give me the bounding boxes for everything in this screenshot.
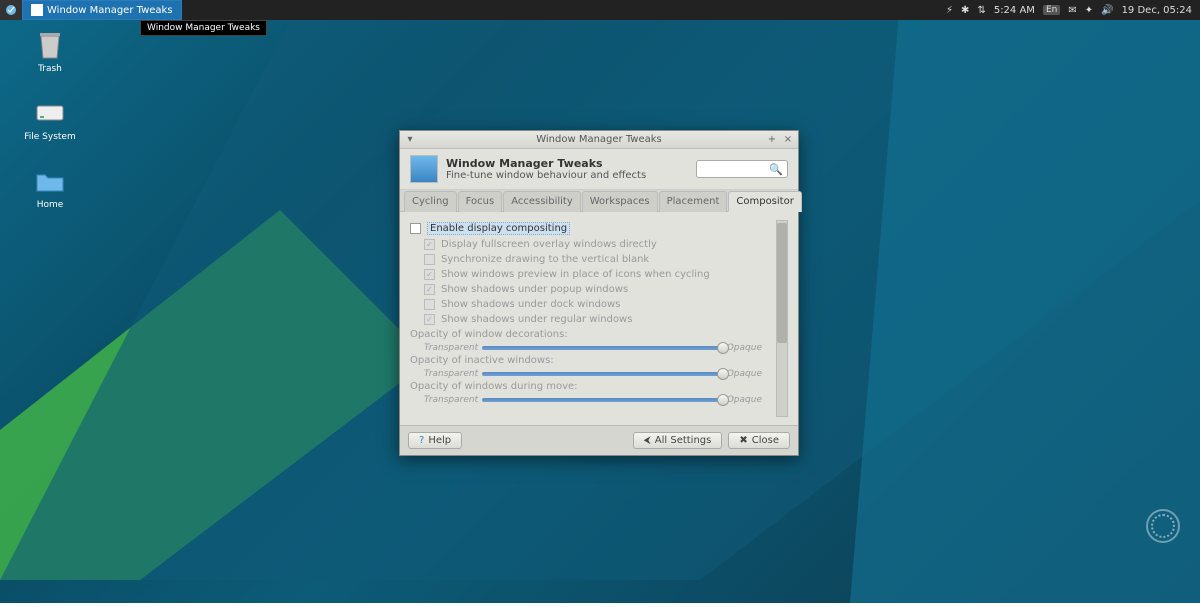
checkbox-icon: ✓ <box>424 314 435 325</box>
check-vsync[interactable]: Synchronize drawing to the vertical blan… <box>424 254 762 265</box>
dialog-app-icon <box>410 155 438 183</box>
checkbox-icon: ✓ <box>424 239 435 250</box>
desktop-icon-label: Home <box>37 200 64 210</box>
check-shadow-regular[interactable]: ✓ Show shadows under regular windows <box>424 314 762 325</box>
tab-content: Enable display compositing ✓ Display ful… <box>400 212 798 425</box>
check-label: Show windows preview in place of icons w… <box>441 269 710 280</box>
close-button[interactable]: × <box>782 134 794 146</box>
checkbox-icon <box>410 223 421 234</box>
activity-spinner <box>1146 509 1180 543</box>
check-label: Show shadows under regular windows <box>441 314 632 325</box>
help-icon: ? <box>419 435 424 446</box>
date-text[interactable]: 19 Dec, 05:24 <box>1122 5 1192 16</box>
window-title: Window Manager Tweaks <box>536 134 662 145</box>
volume-icon[interactable]: 🔊 <box>1101 5 1113 16</box>
slider-track[interactable] <box>482 372 723 376</box>
close-dialog-button[interactable]: ✖ Close <box>728 432 790 449</box>
check-label: Enable display compositing <box>427 222 570 235</box>
top-panel: Window Manager Tweaks ⚡ ✱ ⇅ 5:24 AM En ✉… <box>0 0 1200 20</box>
dialog-footer: ? Help ⮜ All Settings ✖ Close <box>400 425 798 455</box>
slider-move[interactable]: Transparent Opaque <box>424 395 762 405</box>
minimize-button[interactable]: + <box>766 134 778 146</box>
back-icon: ⮜ <box>644 435 651 446</box>
help-button[interactable]: ? Help <box>408 432 462 449</box>
dialog-title: Window Manager Tweaks <box>446 157 646 170</box>
window-menu-icon[interactable]: ▾ <box>404 134 416 146</box>
scrollbar[interactable] <box>776 220 788 417</box>
desktop-icon-filesystem[interactable]: File System <box>20 98 80 142</box>
check-label: Synchronize drawing to the vertical blan… <box>441 254 649 265</box>
slider-inactive[interactable]: Transparent Opaque <box>424 369 762 379</box>
desktop-icon-trash[interactable]: Trash <box>20 30 80 74</box>
search-icon: 🔍 <box>769 163 783 176</box>
checkbox-icon <box>424 299 435 310</box>
dialog-header: Window Manager Tweaks Fine-tune window b… <box>400 149 798 190</box>
mail-icon[interactable]: ✉ <box>1068 5 1076 16</box>
all-settings-button[interactable]: ⮜ All Settings <box>633 432 723 449</box>
taskbar-window-button[interactable]: Window Manager Tweaks <box>22 0 182 20</box>
taskbar-label: Window Manager Tweaks <box>47 5 173 16</box>
slider-track[interactable] <box>482 398 723 402</box>
checkbox-icon: ✓ <box>424 284 435 295</box>
close-icon: ✖ <box>739 435 747 446</box>
network-icon[interactable]: ⇅ <box>977 5 985 16</box>
notifications-icon[interactable]: ✦ <box>1085 5 1093 16</box>
tab-cycling[interactable]: Cycling <box>404 191 457 212</box>
app-menu-button[interactable] <box>0 0 22 20</box>
dialog-subtitle: Fine-tune window behaviour and effects <box>446 170 646 181</box>
slider-decorations[interactable]: Transparent Opaque <box>424 343 762 353</box>
check-preview-cycling[interactable]: ✓ Show windows preview in place of icons… <box>424 269 762 280</box>
slider-knob[interactable] <box>717 394 729 406</box>
check-fullscreen-overlay[interactable]: ✓ Display fullscreen overlay windows dir… <box>424 239 762 250</box>
checkbox-icon <box>424 254 435 265</box>
slider-track[interactable] <box>482 346 723 350</box>
tab-workspaces[interactable]: Workspaces <box>582 191 658 212</box>
bluetooth-icon[interactable]: ✱ <box>961 5 969 16</box>
slider-move-label: Opacity of windows during move: <box>410 381 762 392</box>
titlebar[interactable]: ▾ Window Manager Tweaks + × <box>400 131 798 149</box>
check-label: Show shadows under dock windows <box>441 299 620 310</box>
desktop-icon-label: File System <box>24 132 75 142</box>
trash-icon <box>35 30 65 60</box>
desktop-icon-home[interactable]: Home <box>20 166 80 210</box>
dialog-window: ▾ Window Manager Tweaks + × Window Manag… <box>399 130 799 456</box>
settings-search[interactable]: 🔍 <box>696 160 788 178</box>
check-label: Display fullscreen overlay windows direc… <box>441 239 657 250</box>
taskbar-tooltip: Window Manager Tweaks <box>140 20 267 36</box>
power-icon[interactable]: ⚡ <box>946 5 953 16</box>
keyboard-lang[interactable]: En <box>1043 5 1060 15</box>
scrollbar-thumb[interactable] <box>777 223 787 343</box>
check-shadow-popup[interactable]: ✓ Show shadows under popup windows <box>424 284 762 295</box>
taskbar-app-icon <box>31 4 43 16</box>
check-shadow-dock[interactable]: Show shadows under dock windows <box>424 299 762 310</box>
drive-icon <box>35 98 65 128</box>
check-enable-compositing[interactable]: Enable display compositing <box>410 222 762 235</box>
checkbox-icon: ✓ <box>424 269 435 280</box>
slider-knob[interactable] <box>717 368 729 380</box>
clock-text[interactable]: 5:24 AM <box>994 5 1035 16</box>
desktop-icon-label: Trash <box>38 64 62 74</box>
slider-decorations-label: Opacity of window decorations: <box>410 329 762 340</box>
tab-placement[interactable]: Placement <box>659 191 728 212</box>
tab-compositor[interactable]: Compositor <box>728 191 801 212</box>
tab-focus[interactable]: Focus <box>458 191 503 212</box>
slider-inactive-label: Opacity of inactive windows: <box>410 355 762 366</box>
check-label: Show shadows under popup windows <box>441 284 628 295</box>
tab-accessibility[interactable]: Accessibility <box>503 191 581 212</box>
folder-icon <box>35 166 65 196</box>
tab-bar: Cycling Focus Accessibility Workspaces P… <box>400 190 798 212</box>
slider-knob[interactable] <box>717 342 729 354</box>
